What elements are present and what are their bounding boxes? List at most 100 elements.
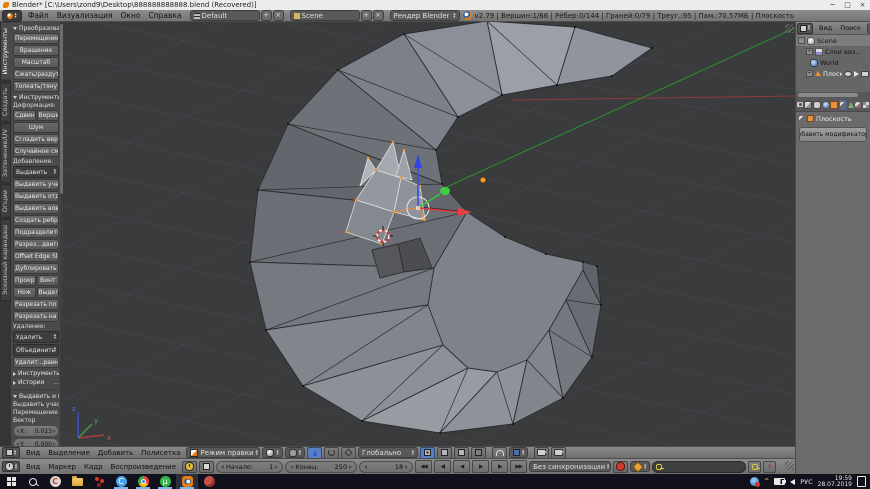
menu-item[interactable]: Маркер: [44, 463, 80, 471]
expand-toggle-icon[interactable]: +: [806, 48, 813, 55]
toolshelf-tab[interactable]: Инструменты: [0, 22, 11, 81]
insert-keyframe-button[interactable]: [748, 461, 761, 473]
menu-item[interactable]: Вид: [815, 24, 836, 32]
3d-viewport[interactable]: x y z: [64, 22, 795, 446]
mesh-tool-button[interactable]: Винт: [37, 275, 60, 286]
menu-item[interactable]: Воспроизведение: [107, 463, 181, 471]
start-button[interactable]: [0, 474, 22, 489]
face-select-button[interactable]: [454, 447, 469, 459]
add-layout-button[interactable]: [261, 10, 272, 21]
visibility-eye-icon[interactable]: [844, 71, 852, 77]
toolshelf-tab[interactable]: Опции: [0, 184, 11, 218]
menu-item[interactable]: Выделение: [44, 449, 94, 457]
tab-scene[interactable]: [813, 99, 821, 110]
occlude-geometry-button[interactable]: [471, 447, 486, 459]
taskbar-blender[interactable]: [176, 474, 198, 489]
tab-world[interactable]: [822, 99, 828, 110]
outliner-editor-type-button[interactable]: [797, 23, 813, 34]
mesh-tool-button[interactable]: Подразделить: [13, 227, 59, 238]
tab-render-layers[interactable]: [804, 99, 812, 110]
taskbar-search-button[interactable]: [22, 474, 44, 489]
vertex-select-button[interactable]: [420, 447, 435, 459]
menu-item[interactable]: Окно: [117, 11, 145, 20]
manipulator-scale-button[interactable]: [341, 447, 356, 459]
taskbar-file-explorer[interactable]: [66, 474, 88, 489]
outliner-item-scene[interactable]: - Scene: [796, 35, 870, 46]
orientation-select[interactable]: Глобально: [358, 447, 418, 458]
manipulator-translate-button[interactable]: [307, 447, 322, 459]
toolshelf-tab[interactable]: Создать: [0, 82, 11, 122]
vector-y-field[interactable]: Y:0.000: [13, 438, 59, 446]
mesh-tool-button[interactable]: Выдавить участ...: [13, 179, 59, 190]
taskbar-clock[interactable]: 19:59 28.07.2019: [818, 476, 852, 488]
deform-button[interactable]: Случайное сме...: [13, 146, 59, 157]
mesh-tool-button[interactable]: Нож: [13, 287, 36, 298]
frame-end-field[interactable]: Конец:250: [285, 461, 357, 473]
notification-center-icon[interactable]: [857, 476, 866, 487]
delete-select[interactable]: Удалить: [13, 331, 59, 343]
play-reverse-button[interactable]: [453, 460, 470, 473]
transform-button[interactable]: Толкать/тянуть: [13, 81, 59, 92]
viewport-resize-grip[interactable]: [785, 24, 794, 33]
outliner-item-world[interactable]: World: [796, 57, 870, 68]
mode-select[interactable]: Режим правки: [186, 447, 260, 458]
panel-meshtools-header[interactable]: Инструменты по: [13, 93, 59, 102]
editor-type-button[interactable]: [2, 447, 20, 458]
tab-render[interactable]: [797, 99, 803, 110]
keying-set-select[interactable]: [630, 461, 650, 472]
scene-select[interactable]: Scene: [290, 10, 360, 21]
delete-layout-button[interactable]: [273, 10, 284, 21]
crescent-mesh[interactable]: [250, 22, 652, 433]
tab-object[interactable]: [830, 99, 838, 110]
previous-keyframe-button[interactable]: [434, 460, 451, 473]
deform-button[interactable]: Сгладить верш...: [13, 134, 59, 145]
deform-button[interactable]: Шум: [13, 122, 59, 133]
mesh-tool-button[interactable]: Выдавить вовн...: [13, 203, 59, 214]
opengl-render-anim-button[interactable]: [551, 447, 566, 459]
add-scene-button[interactable]: [361, 10, 372, 21]
add-modifier-button[interactable]: Добавить модификатор: [799, 127, 867, 142]
tray-expand-icon[interactable]: [764, 478, 769, 485]
menu-item[interactable]: Вид: [22, 463, 44, 471]
render-engine-select[interactable]: Рендер Blender: [390, 10, 460, 21]
minimize-button[interactable]: [825, 0, 840, 10]
tab-object-data[interactable]: [848, 99, 854, 110]
panel-weight-tools-header[interactable]: Инструменты ве...: [13, 369, 59, 378]
deform-button[interactable]: Сдвину: [13, 110, 36, 121]
maximize-button[interactable]: [840, 0, 855, 10]
menu-item[interactable]: Добавить: [94, 449, 137, 457]
transform-button[interactable]: Вращение: [13, 45, 59, 56]
mesh-tool-button[interactable]: Создать ребро/г...: [13, 215, 59, 226]
menu-item[interactable]: Вид: [22, 449, 44, 457]
toolshelf-tab[interactable]: Затенение/UV: [0, 123, 11, 183]
delete-keyframe-button[interactable]: ×: [763, 461, 776, 473]
renderability-camera-icon[interactable]: [861, 71, 869, 77]
merge-select[interactable]: Объединить: [13, 344, 59, 356]
selectability-pointer-icon[interactable]: [854, 71, 859, 77]
editor-type-info-button[interactable]: [2, 10, 22, 22]
tab-texture[interactable]: [863, 99, 869, 110]
panel-history-header[interactable]: История...: [13, 378, 59, 387]
remove-doubles-button[interactable]: Удалит...раины: [13, 357, 59, 368]
language-indicator[interactable]: РУС: [800, 478, 812, 486]
mesh-tool-button[interactable]: Выдела: [37, 287, 60, 298]
outliner-item-plane[interactable]: + Плоскость: [796, 68, 870, 79]
lock-frame-button[interactable]: [199, 461, 214, 473]
snap-element-select[interactable]: [509, 447, 528, 458]
menu-item[interactable]: Полисетка: [137, 449, 184, 457]
deform-button[interactable]: Вершин: [37, 110, 60, 121]
increment-arrow-icon[interactable]: [53, 429, 56, 433]
mesh-tool-button[interactable]: Прокру: [13, 275, 36, 286]
delete-scene-button[interactable]: [373, 10, 384, 21]
jump-to-end-button[interactable]: [510, 460, 527, 473]
menu-item[interactable]: Визуализация: [53, 11, 117, 20]
vector-x-field[interactable]: X:0.013: [13, 425, 59, 437]
taskbar-utorrent[interactable]: [154, 474, 176, 489]
shading-select[interactable]: [262, 447, 282, 458]
keying-set-search-field[interactable]: [652, 461, 746, 473]
expand-toggle-icon[interactable]: +: [806, 70, 813, 77]
menu-item[interactable]: Поиск: [836, 24, 865, 32]
manipulator-rotate-button[interactable]: [324, 447, 339, 459]
tab-modifiers[interactable]: [839, 99, 847, 110]
snap-toggle-button[interactable]: [492, 447, 507, 459]
